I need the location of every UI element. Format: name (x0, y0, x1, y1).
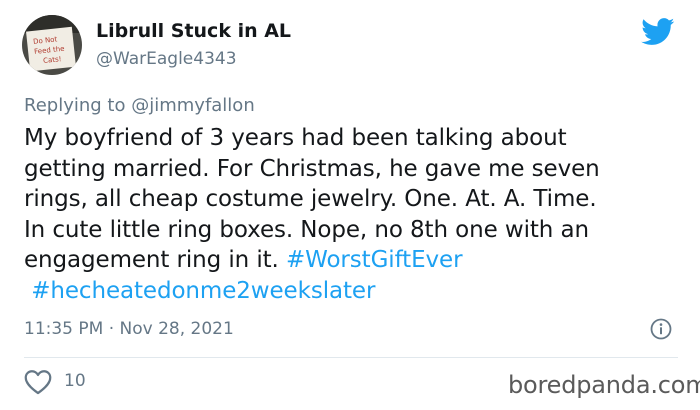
avatar[interactable]: Do Not Feed the Cats! (22, 15, 82, 75)
tweet-line: My boyfriend of 3 years had been talking… (24, 125, 567, 151)
tweet-line: #hecheatedonme2weekslater (24, 276, 684, 307)
reply-mention-link[interactable]: @jimmyfallon (131, 95, 255, 116)
tweet-timestamp[interactable]: 11:35 PM · Nov 28, 2021 (24, 319, 234, 339)
info-icon[interactable] (650, 318, 672, 340)
twitter-bird-icon[interactable] (641, 18, 675, 46)
tweet-line: rings, all cheap costume jewelry. One. A… (24, 186, 597, 212)
hashtag-link[interactable]: #WorstGiftEver (286, 247, 463, 273)
reply-context: Replying to @jimmyfallon (24, 95, 255, 116)
tweet-text: My boyfriend of 3 years had been talking… (24, 123, 684, 306)
heart-icon[interactable] (24, 369, 52, 395)
tweet-line-text: engagement ring in it. (24, 247, 286, 273)
watermark: boredpanda.com (508, 371, 700, 399)
author-display-name[interactable]: Librull Stuck in AL (96, 20, 291, 42)
like-count: 10 (64, 371, 86, 391)
hashtag-link[interactable]: #hecheatedonme2weekslater (31, 278, 375, 304)
tweet-line: getting married. For Christmas, he gave … (24, 155, 600, 182)
reply-prefix: Replying to (24, 95, 126, 116)
tweet-line: engagement ring in it. #WorstGiftEver (24, 245, 684, 276)
divider (24, 357, 678, 358)
author-handle[interactable]: @WarEagle4343 (96, 49, 237, 69)
tweet-line: In cute little ring boxes. Nope, no 8th … (24, 216, 589, 243)
